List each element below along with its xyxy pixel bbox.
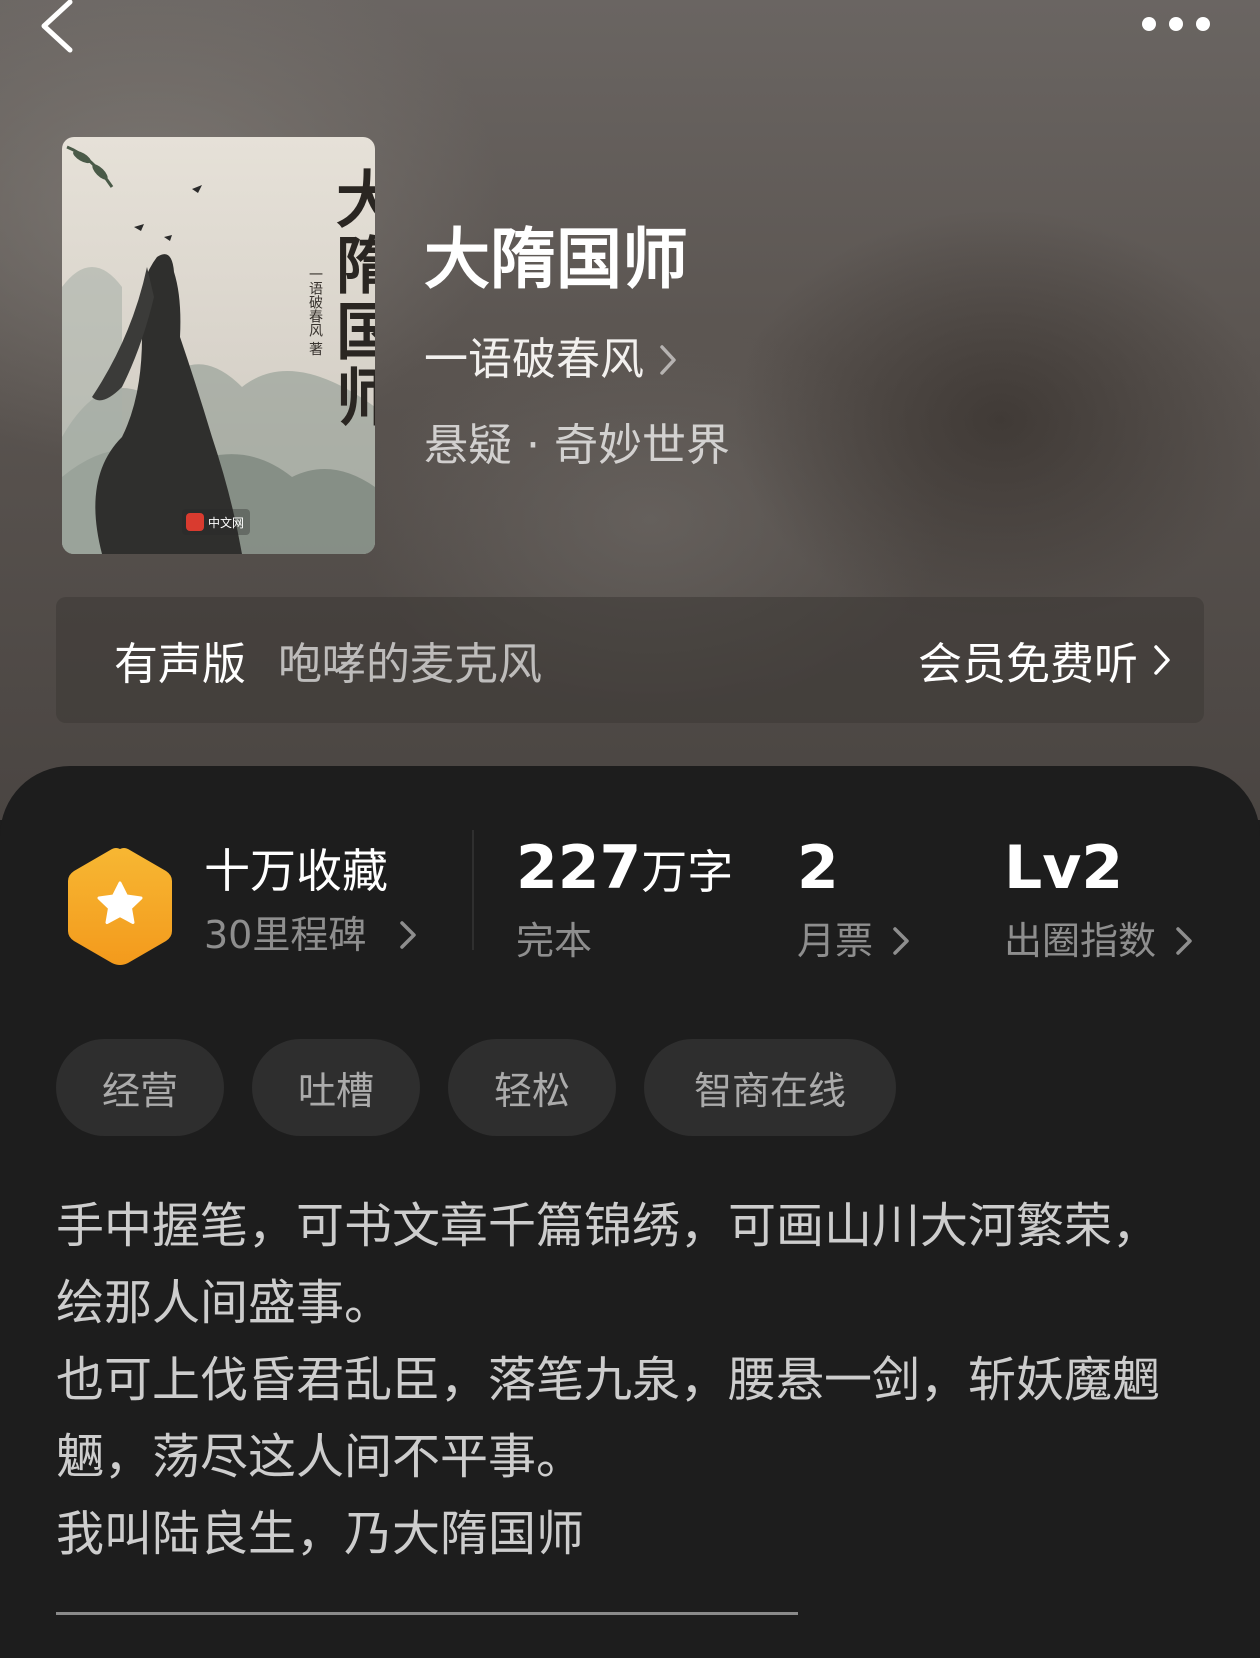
- word-count-stat: 227万字 完本: [516, 838, 733, 960]
- chevron-left-icon: [41, 0, 73, 53]
- tag-chip[interactable]: 智商在线: [644, 1039, 896, 1136]
- tag-list: 经营 吐槽 轻松 智商在线: [56, 1039, 924, 1136]
- word-count-value: 227: [516, 833, 642, 903]
- milestone-title: 十万收藏: [204, 844, 388, 898]
- completion-status: 完本: [516, 919, 593, 963]
- tag-chip[interactable]: 吐槽: [252, 1039, 420, 1136]
- monthly-ticket-value: 2: [797, 833, 839, 903]
- popularity-index-stat[interactable]: Lv2 出圈指数: [1004, 838, 1194, 960]
- description-paragraph: 也可上伐昏君乱臣，落笔九泉，腰悬一剑，斩妖魔魍魉，荡尽这人间不平事。: [56, 1352, 1161, 1485]
- chevron-right-icon: [660, 345, 676, 375]
- description-paragraph: 我叫陆良生，乃大隋国师: [56, 1506, 585, 1562]
- audio-label: 有声版: [114, 639, 246, 690]
- more-button[interactable]: [1140, 6, 1220, 42]
- book-title: 大隋国师: [424, 220, 688, 298]
- book-description[interactable]: 手中握笔，可书文章千篇锦绣，可画山川大河繁荣，绘那人间盛事。 也可上伐昏君乱臣，…: [56, 1188, 1206, 1573]
- cover-publisher-logo: 中文网: [182, 509, 251, 535]
- back-button[interactable]: [34, 0, 84, 54]
- level-label: 出圈指数: [1004, 919, 1157, 963]
- cover-publisher-name: 中文网: [208, 515, 245, 530]
- book-cover[interactable]: 大隋国师 一语破春风 著 中文网: [62, 137, 375, 554]
- star-hexagon-icon: [68, 848, 172, 965]
- description-paragraph: 手中握笔，可书文章千篇锦绣，可画山川大河繁荣，绘那人间盛事。: [56, 1198, 1161, 1331]
- member-listen-label: 会员免费听: [918, 639, 1138, 690]
- stats-divider: [472, 830, 474, 950]
- chevron-right-icon: [400, 921, 417, 949]
- section-divider: [56, 1612, 798, 1615]
- member-listen-button[interactable]: 会员免费听: [918, 597, 1172, 723]
- chevron-right-icon: [893, 927, 909, 955]
- chevron-right-icon: [1176, 927, 1192, 955]
- milestone-subtitle: 30里程碑: [204, 913, 367, 957]
- genre-text: 悬疑 · 奇妙世界: [424, 420, 730, 471]
- word-count-unit: 万字: [641, 845, 734, 899]
- milestone-link[interactable]: 十万收藏 30里程碑: [204, 848, 418, 954]
- tag-chip[interactable]: 轻松: [448, 1039, 616, 1136]
- audio-edition-bar[interactable]: 有声版 咆哮的麦克风 会员免费听: [56, 597, 1204, 723]
- audio-narrator: 咆哮的麦克风: [278, 639, 542, 690]
- publisher-logo-icon: [186, 513, 204, 531]
- author-name: 一语破春风: [424, 334, 644, 385]
- level-value: Lv2: [1004, 833, 1124, 903]
- tag-chip[interactable]: 经营: [56, 1039, 224, 1136]
- cover-author: 一语破春风 著: [307, 267, 323, 356]
- chevron-right-icon: [1154, 645, 1170, 675]
- monthly-ticket-label: 月票: [797, 919, 874, 963]
- collection-badge: [64, 845, 176, 967]
- monthly-ticket-stat[interactable]: 2 月票: [797, 838, 911, 960]
- more-dots-icon: [1142, 17, 1210, 31]
- cover-title: 大隋国师: [325, 167, 375, 431]
- author-link[interactable]: 一语破春风: [424, 338, 678, 382]
